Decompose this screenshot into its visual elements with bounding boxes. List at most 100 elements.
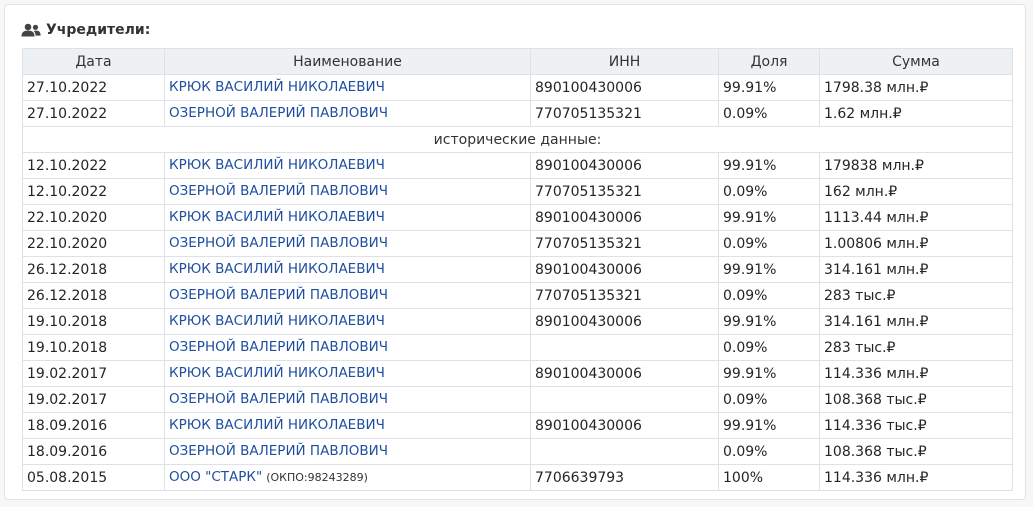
founder-link[interactable]: ОЗЕРНОЙ ВАЛЕРИЙ ПАВЛОВИЧ <box>169 105 388 121</box>
cell-share: 99.91% <box>718 74 820 101</box>
cell-share: 99.91% <box>718 412 820 439</box>
table-row: 26.12.2018 ОЗЕРНОЙ ВАЛЕРИЙ ПАВЛОВИЧ 770705… <box>22 282 1013 309</box>
cell-name: ОЗЕРНОЙ ВАЛЕРИЙ ПАВЛОВИЧ <box>164 334 531 361</box>
cell-sum: 1798.38 млн.₽ <box>819 74 1013 101</box>
cell-sum: 108.368 тыс.₽ <box>819 438 1013 465</box>
cell-name: КРЮК ВАСИЛИЙ НИКОЛАЕВИЧ <box>164 256 531 283</box>
table-row: 18.09.2016 КРЮК ВАСИЛИЙ НИКОЛАЕВИЧ 8901004… <box>22 412 1013 439</box>
cell-name: ОЗЕРНОЙ ВАЛЕРИЙ ПАВЛОВИЧ <box>164 178 531 205</box>
cell-share: 0.09% <box>718 100 820 127</box>
table-row: 19.02.2017 КРЮК ВАСИЛИЙ НИКОЛАЕВИЧ 8901004… <box>22 360 1013 387</box>
cell-inn: 890100430006 <box>530 256 719 283</box>
header-share: Доля <box>718 48 820 75</box>
cell-share: 0.09% <box>718 282 820 309</box>
cell-name: КРЮК ВАСИЛИЙ НИКОЛАЕВИЧ <box>164 360 531 387</box>
founder-link[interactable]: ОЗЕРНОЙ ВАЛЕРИЙ ПАВЛОВИЧ <box>169 443 388 459</box>
founder-link[interactable]: КРЮК ВАСИЛИЙ НИКОЛАЕВИЧ <box>169 313 385 329</box>
cell-inn: 890100430006 <box>530 412 719 439</box>
founder-link[interactable]: КРЮК ВАСИЛИЙ НИКОЛАЕВИЧ <box>169 209 385 225</box>
founder-link[interactable]: ОЗЕРНОЙ ВАЛЕРИЙ ПАВЛОВИЧ <box>169 287 388 303</box>
section-title: Учредители: <box>46 22 151 38</box>
cell-inn: 890100430006 <box>530 152 719 179</box>
cell-sum: 283 тыс.₽ <box>819 334 1013 361</box>
cell-name: КРЮК ВАСИЛИЙ НИКОЛАЕВИЧ <box>164 308 531 335</box>
cell-inn: 890100430006 <box>530 360 719 387</box>
cell-sum: 162 млн.₽ <box>819 178 1013 205</box>
cell-name: ОЗЕРНОЙ ВАЛЕРИЙ ПАВЛОВИЧ <box>164 100 531 127</box>
founder-link[interactable]: КРЮК ВАСИЛИЙ НИКОЛАЕВИЧ <box>169 157 385 173</box>
section-heading: Учредители: <box>21 22 150 38</box>
founder-link[interactable]: ООО "СТАРК" <box>169 469 262 485</box>
cell-date: 18.09.2016 <box>22 412 165 439</box>
users-icon <box>21 23 41 37</box>
cell-sum: 114.336 тыс.₽ <box>819 412 1013 439</box>
table-header-row: Дата Наименование ИНН Доля Сумма <box>22 48 1013 75</box>
founder-link[interactable]: ОЗЕРНОЙ ВАЛЕРИЙ ПАВЛОВИЧ <box>169 235 388 251</box>
cell-name: КРЮК ВАСИЛИЙ НИКОЛАЕВИЧ <box>164 204 531 231</box>
history-label: исторические данные: <box>22 126 1013 153</box>
cell-share: 100% <box>718 464 820 491</box>
cell-share: 0.09% <box>718 178 820 205</box>
cell-inn <box>530 334 719 361</box>
table-row: 05.08.2015 ООО "СТАРК" (ОКПО:98243289) 7706… <box>22 464 1013 491</box>
founder-link[interactable]: КРЮК ВАСИЛИЙ НИКОЛАЕВИЧ <box>169 261 385 277</box>
header-inn: ИНН <box>530 48 719 75</box>
cell-name: ОЗЕРНОЙ ВАЛЕРИЙ ПАВЛОВИЧ <box>164 386 531 413</box>
cell-date: 05.08.2015 <box>22 464 165 491</box>
header-sum: Сумма <box>819 48 1013 75</box>
cell-date: 19.02.2017 <box>22 360 165 387</box>
cell-share: 99.91% <box>718 308 820 335</box>
founder-link[interactable]: ОЗЕРНОЙ ВАЛЕРИЙ ПАВЛОВИЧ <box>169 183 388 199</box>
cell-share: 0.09% <box>718 230 820 257</box>
table-row: 18.09.2016 ОЗЕРНОЙ ВАЛЕРИЙ ПАВЛОВИЧ 0.09% 1… <box>22 438 1013 465</box>
founder-link[interactable]: ОЗЕРНОЙ ВАЛЕРИЙ ПАВЛОВИЧ <box>169 339 388 355</box>
table-row: 12.10.2022 ОЗЕРНОЙ ВАЛЕРИЙ ПАВЛОВИЧ 770705… <box>22 178 1013 205</box>
cell-name: ОЗЕРНОЙ ВАЛЕРИЙ ПАВЛОВИЧ <box>164 438 531 465</box>
cell-sum: 1113.44 млн.₽ <box>819 204 1013 231</box>
history-separator-row: исторические данные: <box>22 126 1013 153</box>
cell-sum: 179838 млн.₽ <box>819 152 1013 179</box>
cell-share: 99.91% <box>718 256 820 283</box>
founder-link[interactable]: КРЮК ВАСИЛИЙ НИКОЛАЕВИЧ <box>169 365 385 381</box>
cell-name: ООО "СТАРК" (ОКПО:98243289) <box>164 464 531 491</box>
founder-link[interactable]: ОЗЕРНОЙ ВАЛЕРИЙ ПАВЛОВИЧ <box>169 391 388 407</box>
cell-inn <box>530 438 719 465</box>
cell-date: 27.10.2022 <box>22 100 165 127</box>
cell-sum: 108.368 тыс.₽ <box>819 386 1013 413</box>
cell-name: КРЮК ВАСИЛИЙ НИКОЛАЕВИЧ <box>164 412 531 439</box>
cell-share: 99.91% <box>718 360 820 387</box>
cell-date: 22.10.2020 <box>22 230 165 257</box>
founder-link[interactable]: КРЮК ВАСИЛИЙ НИКОЛАЕВИЧ <box>169 79 385 95</box>
cell-share: 99.91% <box>718 152 820 179</box>
cell-share: 0.09% <box>718 334 820 361</box>
cell-date: 18.09.2016 <box>22 438 165 465</box>
cell-inn <box>530 386 719 413</box>
cell-sum: 114.336 млн.₽ <box>819 464 1013 491</box>
cell-name: КРЮК ВАСИЛИЙ НИКОЛАЕВИЧ <box>164 74 531 101</box>
header-name: Наименование <box>164 48 531 75</box>
cell-inn: 890100430006 <box>530 204 719 231</box>
cell-inn: 890100430006 <box>530 308 719 335</box>
cell-share: 99.91% <box>718 204 820 231</box>
cell-share: 0.09% <box>718 386 820 413</box>
cell-share: 0.09% <box>718 438 820 465</box>
table-row: 22.10.2020 КРЮК ВАСИЛИЙ НИКОЛАЕВИЧ 8901004… <box>22 204 1013 231</box>
cell-date: 19.10.2018 <box>22 334 165 361</box>
cell-date: 12.10.2022 <box>22 178 165 205</box>
cell-inn: 770705135321 <box>530 100 719 127</box>
founder-link[interactable]: КРЮК ВАСИЛИЙ НИКОЛАЕВИЧ <box>169 417 385 433</box>
table-row: 27.10.2022 КРЮК ВАСИЛИЙ НИКОЛАЕВИЧ 8901004… <box>22 74 1013 101</box>
table-row: 22.10.2020 ОЗЕРНОЙ ВАЛЕРИЙ ПАВЛОВИЧ 770705… <box>22 230 1013 257</box>
cell-inn: 770705135321 <box>530 282 719 309</box>
cell-sum: 314.161 млн.₽ <box>819 308 1013 335</box>
cell-sum: 314.161 млн.₽ <box>819 256 1013 283</box>
cell-sum: 283 тыс.₽ <box>819 282 1013 309</box>
table-body: 27.10.2022 КРЮК ВАСИЛИЙ НИКОЛАЕВИЧ 8901004… <box>22 74 1013 491</box>
cell-name: ОЗЕРНОЙ ВАЛЕРИЙ ПАВЛОВИЧ <box>164 282 531 309</box>
cell-date: 26.12.2018 <box>22 256 165 283</box>
table-row: 12.10.2022 КРЮК ВАСИЛИЙ НИКОЛАЕВИЧ 8901004… <box>22 152 1013 179</box>
table-row: 26.12.2018 КРЮК ВАСИЛИЙ НИКОЛАЕВИЧ 8901004… <box>22 256 1013 283</box>
cell-date: 12.10.2022 <box>22 152 165 179</box>
cell-date: 22.10.2020 <box>22 204 165 231</box>
cell-date: 27.10.2022 <box>22 74 165 101</box>
